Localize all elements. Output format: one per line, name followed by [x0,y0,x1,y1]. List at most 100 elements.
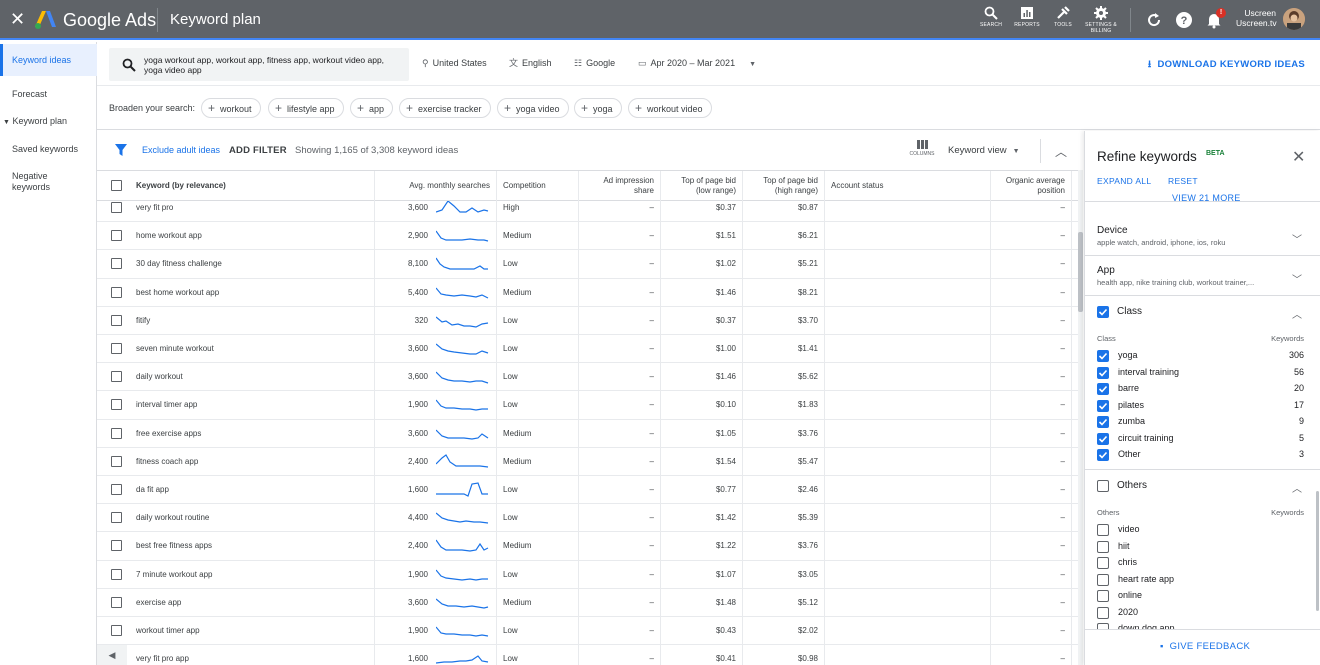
download-keyword-ideas-button[interactable]: ⭳ DOWNLOAD KEYWORD IDEAS [1148,57,1305,73]
nav-item-saved-keywords[interactable]: Saved keywords [0,144,97,155]
table-row[interactable]: 30 day fitness challenge 8,100 Low – $1.02 $5… [97,250,1080,279]
trend-sparkline[interactable] [436,256,490,272]
trend-sparkline[interactable] [436,595,490,611]
row-checkbox[interactable] [111,343,122,354]
row-checkbox[interactable] [111,314,122,326]
search-tool-button[interactable]: SEARCH [974,6,1008,28]
broaden-chip[interactable]: + lifestyle app [268,98,344,118]
avatar[interactable] [1283,8,1305,30]
trend-sparkline[interactable] [436,482,490,498]
table-scrollbar[interactable] [1078,170,1083,665]
header-keyword[interactable]: Keyword (by relevance) [130,171,375,201]
row-checkbox[interactable] [111,258,122,270]
trend-sparkline[interactable] [436,201,490,216]
row-checkbox[interactable] [111,596,122,608]
table-row[interactable]: very fit pro app 1,600 Low – $0.41 $0.98 – [97,645,1080,665]
trend-sparkline[interactable] [436,651,490,665]
scrollbar-thumb[interactable] [1078,232,1083,312]
table-row[interactable]: fitness coach app 2,400 Medium – $1.54 $5.47 – [97,447,1080,476]
checkbox-checked[interactable] [1097,416,1109,428]
header-top-bid-high[interactable]: Top of page bid (high range) [743,171,825,201]
trend-sparkline[interactable] [436,510,490,526]
give-feedback-button[interactable]: ▪ GIVE FEEDBACK [1160,641,1250,652]
table-row[interactable]: da fit app 1,600 Low – $0.77 $2.46 – [97,476,1080,505]
checkbox-checked[interactable] [1097,449,1109,461]
row-checkbox[interactable] [111,455,122,467]
reports-tool-button[interactable]: REPORTS [1010,6,1044,28]
table-row[interactable]: very fit pro 3,600 High – $0.37 $0.87 – [97,201,1080,223]
header-account-status[interactable]: Account status [825,171,991,201]
refresh-icon[interactable] [1145,11,1163,29]
table-row[interactable]: seven minute workout 3,600 Low – $1.00 $1.41 – [97,335,1080,364]
trend-sparkline[interactable] [436,567,490,583]
row-checkbox[interactable] [111,399,122,411]
expand-all-button[interactable]: EXPAND ALL [1097,176,1151,186]
table-row[interactable]: best free fitness apps 2,400 Medium – $1.22 $… [97,532,1080,561]
panel-scrollbar[interactable] [1316,491,1319,611]
header-competition[interactable]: Competition [497,171,579,201]
date-range-selector[interactable]: ▭ Apr 2020 – Mar 2021 ▼ [638,58,756,70]
row-checkbox[interactable] [111,371,122,383]
table-row[interactable]: daily workout routine 4,400 Low – $1.42 $5.39… [97,504,1080,533]
close-icon[interactable]: ✕ [1292,147,1305,167]
collapse-chevron-icon[interactable]: ︿ [1055,143,1067,160]
table-row[interactable]: exercise app 3,600 Medium – $1.48 $5.12 – [97,588,1080,617]
checkbox-checked[interactable] [1097,366,1109,379]
checkbox-unchecked[interactable] [1097,573,1109,586]
exclude-adult-ideas-filter[interactable]: Exclude adult ideas [142,145,220,155]
broaden-chip[interactable]: + yoga [574,98,622,118]
table-row[interactable]: workout timer app 1,900 Low – $0.43 $2.02 – [97,617,1080,646]
trend-sparkline[interactable] [436,285,490,301]
broaden-chip[interactable]: + yoga video [497,98,569,118]
nav-item-negative-keywords[interactable]: Negative keywords [0,171,60,193]
chevron-down-icon[interactable]: ﹀ [1292,271,1302,286]
header-top-bid-low[interactable]: Top of page bid (low range) [661,171,743,201]
checkbox-unchecked[interactable] [1097,590,1109,602]
network-selector[interactable]: ☷ Google [574,58,615,69]
checkbox-unchecked[interactable] [1097,524,1109,536]
nav-item-forecast[interactable]: Forecast [0,89,97,100]
checkbox-checked[interactable] [1097,399,1109,412]
checkbox-checked[interactable] [1097,383,1109,395]
others-section-checkbox[interactable] [1097,480,1109,492]
trend-sparkline[interactable] [436,369,490,385]
row-checkbox[interactable] [111,286,122,298]
checkbox-checked[interactable] [1097,432,1109,445]
checkbox-checked[interactable] [1097,350,1109,362]
columns-button[interactable]: COLUMNS [907,140,937,157]
filter-icon[interactable] [115,144,127,156]
table-row[interactable]: best home workout app 5,400 Medium – $1.46 $8… [97,278,1080,307]
table-row[interactable]: daily workout 3,600 Low – $1.46 $5.62 – [97,363,1080,392]
broaden-chip[interactable]: + workout video [628,98,712,118]
row-checkbox[interactable] [111,230,122,242]
account-name[interactable]: Uscreen Uscreen.tv [1236,8,1277,28]
header-avg-monthly-searches[interactable]: Avg. monthly searches [375,171,497,201]
trend-sparkline[interactable] [436,453,490,470]
chevron-up-icon[interactable]: ︿ [1292,480,1302,495]
trend-sparkline[interactable] [436,623,490,639]
checkbox-unchecked[interactable] [1097,540,1109,553]
trend-sparkline[interactable] [436,341,490,357]
trend-sparkline[interactable] [436,397,490,413]
scroll-left-button[interactable]: ◀ [97,645,127,665]
trend-sparkline[interactable] [436,538,490,554]
table-row[interactable]: home workout app 2,900 Medium – $1.51 $6.21 – [97,222,1080,251]
tools-tool-button[interactable]: TOOLS [1046,6,1080,28]
row-checkbox[interactable] [111,540,122,552]
table-row[interactable]: free exercise apps 3,600 Medium – $1.05 $3.76… [97,419,1080,448]
keyword-search-input[interactable]: yoga workout app, workout app, fitness a… [109,48,409,81]
language-selector[interactable]: 文 English [509,58,552,69]
select-all-checkbox[interactable] [111,180,122,191]
help-icon[interactable]: ? [1175,11,1193,29]
class-section-checkbox[interactable] [1097,306,1109,318]
nav-item-keyword-ideas[interactable]: Keyword ideas [0,44,97,76]
keyword-view-dropdown[interactable]: Keyword view ▼ [948,145,1020,156]
row-checkbox[interactable] [111,625,122,636]
checkbox-unchecked[interactable] [1097,557,1109,569]
broaden-chip[interactable]: + exercise tracker [399,98,491,118]
location-selector[interactable]: ⚲ United States [422,58,487,69]
checkbox-unchecked[interactable] [1097,606,1109,619]
trend-sparkline[interactable] [436,228,490,244]
chevron-down-icon[interactable]: ﹀ [1292,231,1302,246]
settings-tool-button[interactable]: SETTINGS & BILLING [1084,6,1118,34]
